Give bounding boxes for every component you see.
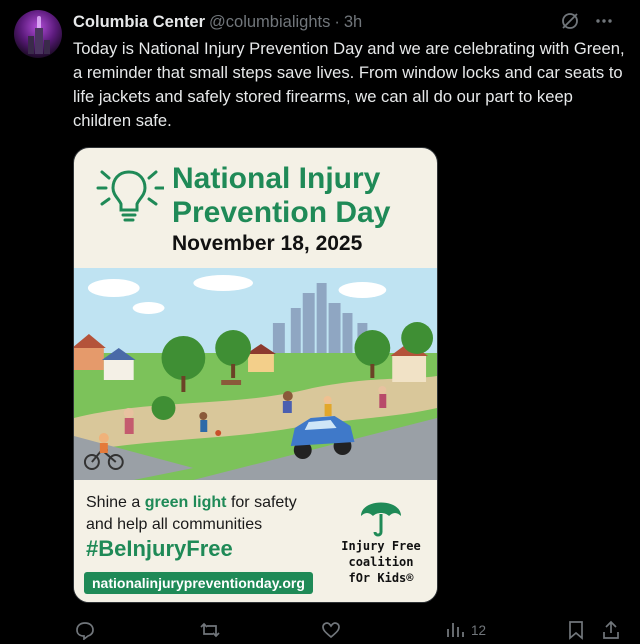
post: Columbia Center @columbialights · 3h Tod… [0,0,640,644]
poster-title-line1: National Injury [172,162,381,195]
bar-chart-icon [447,623,464,637]
separator-dot: · [334,12,340,31]
repost-button[interactable] [199,620,221,640]
park-illustration [74,268,437,480]
coalition-line1: Injury Free [341,539,421,553]
post-text: Today is National Injury Prevention Day … [73,39,625,130]
author-name[interactable]: Columbia Center [73,13,205,32]
poster-footer: Shine a green light for safety and help … [74,480,437,602]
reply-button[interactable] [75,620,95,640]
avatar[interactable] [14,10,62,58]
coalition-line2: coalition [348,555,414,569]
post-image[interactable]: National Injury Prevention Day November … [73,147,438,603]
author-handle[interactable]: @columbialights [209,13,330,32]
bookmark-icon [569,621,583,640]
bookmark-button[interactable] [567,620,585,640]
lightbulb-icon [96,170,164,222]
timestamp[interactable]: 3h [344,13,362,32]
slogan-line2: and help all communities [86,516,263,533]
slogan-green: green light [144,494,227,511]
views-count: 12 [471,622,487,638]
coalition-line3: fOr Kids® [348,571,414,585]
slogan-pre: Shine a [86,494,145,511]
action-bar: 12 [73,616,625,644]
poster-title-line2: Prevention Day [172,196,391,229]
poster-header: National Injury Prevention Day November … [74,148,437,268]
more-icon[interactable] [594,11,614,36]
share-icon [603,620,619,639]
poster-title: National Injury Prevention Day [172,162,390,230]
poster-hashtag: #BeInjuryFree [86,536,233,561]
coalition-logo: Injury Free coalition fOr Kids® [331,486,431,602]
post-header: Columbia Center @columbialights · 3h [73,11,626,33]
like-button[interactable] [321,620,341,640]
poster-slogan: Shine a green light for safety and help … [86,492,297,536]
slogan-post: for safety [226,494,297,511]
poster-url: nationalinjurypreventionday.org [84,572,313,594]
reply-icon [76,622,94,640]
heart-icon [322,622,340,639]
poster-date: November 18, 2025 [172,232,363,255]
repost-icon [200,622,220,638]
slashed-circle-icon[interactable] [560,11,580,36]
umbrella-icon [361,502,401,537]
share-button[interactable] [601,620,621,640]
views-button[interactable]: 12 [445,620,486,640]
